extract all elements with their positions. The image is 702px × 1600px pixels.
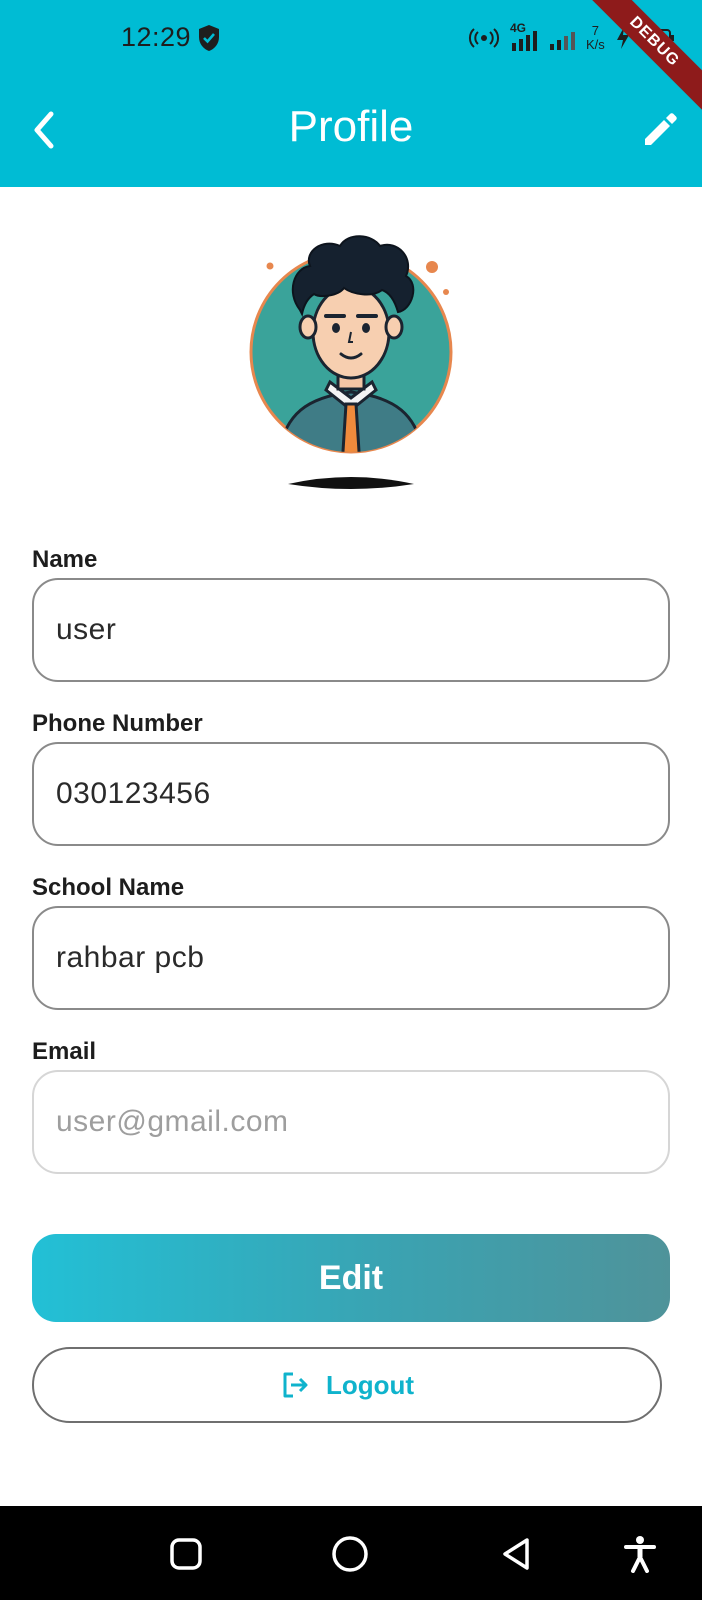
email-label: Email	[32, 1038, 97, 1065]
accessibility-button[interactable]	[620, 1534, 660, 1574]
net-speed: 7 K/s	[586, 24, 605, 52]
name-field[interactable]	[32, 578, 670, 682]
circle-icon	[332, 1536, 368, 1572]
back-nav-button[interactable]	[496, 1534, 536, 1574]
net-speed-value: 7	[591, 23, 600, 38]
name-label: Name	[32, 546, 98, 573]
shield-icon	[199, 25, 219, 51]
phone-label: Phone Number	[32, 710, 203, 737]
square-icon	[170, 1538, 202, 1570]
recents-button[interactable]	[166, 1534, 206, 1574]
decor-dot	[443, 289, 449, 295]
email-field	[32, 1070, 670, 1174]
app-bar: Profile	[0, 80, 702, 187]
school-input[interactable]	[56, 941, 646, 975]
logout-icon	[283, 1372, 308, 1398]
signal-4g: 4G	[510, 21, 538, 53]
edit-button[interactable]: Edit	[32, 1234, 670, 1322]
signal-bars-icon	[512, 31, 537, 51]
status-time: 12:29	[121, 22, 192, 52]
school-field[interactable]	[32, 906, 670, 1010]
email-input	[56, 1105, 646, 1139]
accessibility-icon	[624, 1536, 656, 1573]
decor-dot	[426, 261, 438, 273]
pencil-icon	[645, 113, 677, 145]
decor-dot	[266, 262, 274, 270]
phone-field[interactable]	[32, 742, 670, 846]
school-label: School Name	[32, 874, 185, 901]
signal-bars-2-icon	[550, 32, 575, 50]
header: 12:29 4G 7 K/s DEBUG Profile	[0, 0, 702, 187]
logout-button[interactable]: Logout	[32, 1347, 662, 1423]
edit-button-label: Edit	[318, 1258, 384, 1297]
hotspot-icon	[468, 28, 500, 48]
net-speed-unit: K/s	[586, 37, 605, 52]
profile-avatar[interactable]	[248, 232, 454, 502]
page-title: Profile	[288, 102, 414, 151]
phone-input[interactable]	[56, 777, 646, 811]
system-nav-bar	[0, 1506, 702, 1600]
logout-button-label: Logout	[325, 1369, 415, 1400]
triangle-back-icon	[503, 1538, 529, 1570]
home-button[interactable]	[330, 1534, 370, 1574]
avatar-shadow	[288, 477, 414, 489]
name-input[interactable]	[56, 613, 646, 647]
status-bar: 12:29 4G 7 K/s DEBUG	[0, 0, 702, 123]
edit-profile-icon-button[interactable]	[638, 108, 682, 152]
